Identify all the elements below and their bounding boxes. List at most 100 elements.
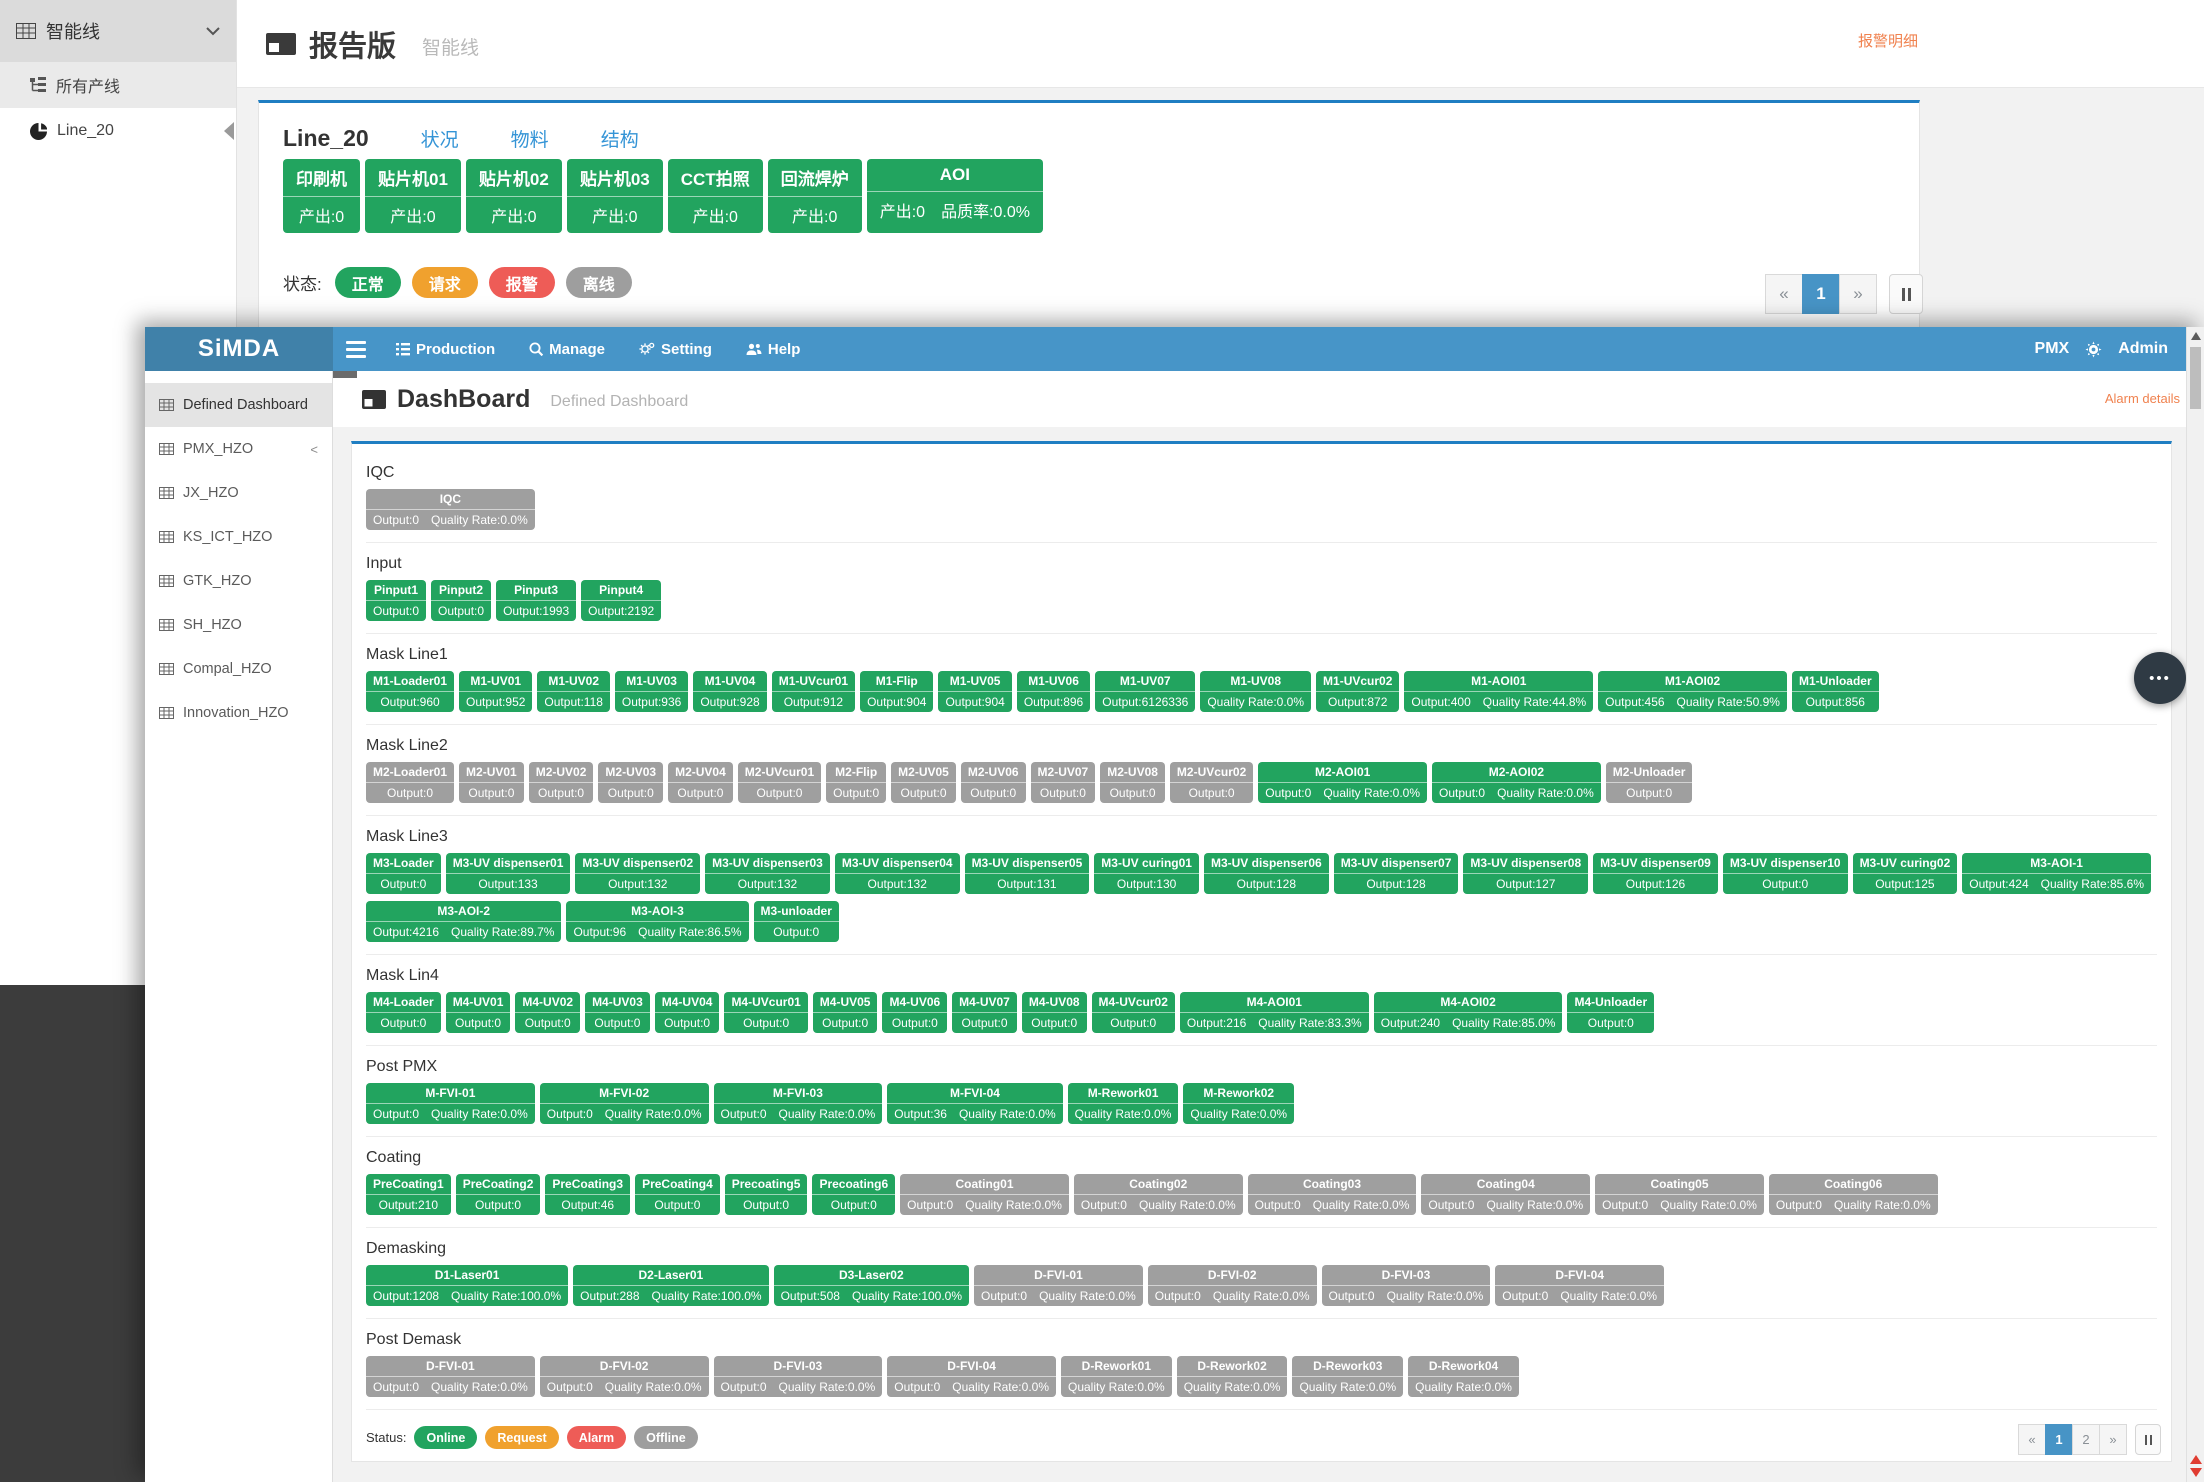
machine-tile[interactable]: M4-Unloader Output:0 — [1567, 992, 1654, 1033]
machine-tile[interactable]: 贴片机03 产出:0 — [567, 159, 663, 233]
machine-tile[interactable]: M4-AOI01 Output:216 Quality Rate:83.3% — [1180, 992, 1369, 1033]
alarm-details-link[interactable]: Alarm details — [2105, 391, 2180, 406]
machine-tile[interactable]: M3-Loader Output:0 — [366, 853, 441, 894]
machine-tile[interactable]: M1-UV03 Output:936 — [615, 671, 688, 712]
machine-tile[interactable]: PreCoating3 Output:46 — [545, 1174, 630, 1215]
machine-tile[interactable]: M3-AOI-2 Output:4216 Quality Rate:89.7% — [366, 901, 561, 942]
machine-tile[interactable]: M2-UV03 Output:0 — [598, 762, 663, 803]
machine-tile[interactable]: M2-UVcur01 Output:0 — [738, 762, 821, 803]
machine-tile[interactable]: M4-UV02 Output:0 — [515, 992, 580, 1033]
nav-item-manage[interactable]: Manage — [512, 327, 622, 371]
nav-item-help[interactable]: Help — [729, 327, 818, 371]
pause-button[interactable] — [2135, 1424, 2161, 1455]
machine-tile[interactable]: Pinput3 Output:1993 — [496, 580, 576, 621]
machine-tile[interactable]: Coating01 Output:0 Quality Rate:0.0% — [900, 1174, 1069, 1215]
machine-tile[interactable]: M3-UV dispenser05 Output:131 — [965, 853, 1090, 894]
gear-icon[interactable] — [2085, 341, 2102, 358]
machine-tile[interactable]: D1-Laser01 Output:1208 Quality Rate:100.… — [366, 1265, 568, 1306]
machine-tile[interactable]: 贴片机02 产出:0 — [466, 159, 562, 233]
status-pill[interactable]: Offline — [634, 1426, 698, 1449]
machine-tile[interactable]: M3-AOI-3 Output:96 Quality Rate:86.5% — [566, 901, 748, 942]
machine-tile[interactable]: M1-UV06 Output:896 — [1017, 671, 1090, 712]
machine-tile[interactable]: M1-Flip Output:904 — [860, 671, 933, 712]
machine-tile[interactable]: M-FVI-01 Output:0 Quality Rate:0.0% — [366, 1083, 535, 1124]
machine-tile[interactable]: M2-UVcur02 Output:0 — [1170, 762, 1253, 803]
page-button[interactable]: « — [2018, 1424, 2046, 1455]
machine-tile[interactable]: M1-UV05 Output:904 — [938, 671, 1011, 712]
scroll-up-icon[interactable] — [2191, 332, 2201, 340]
sidebar-item[interactable]: SH_HZO — [145, 603, 332, 647]
sidebar-item-all-lines[interactable]: 所有产线 — [0, 62, 236, 108]
machine-tile[interactable]: Coating03 Output:0 Quality Rate:0.0% — [1248, 1174, 1417, 1215]
machine-tile[interactable]: M3-UV dispenser10 Output:0 — [1723, 853, 1848, 894]
status-pill[interactable]: 报警 — [489, 267, 555, 298]
machine-tile[interactable]: D-Rework01 Quality Rate:0.0% — [1061, 1356, 1172, 1397]
machine-tile[interactable]: M4-UV03 Output:0 — [585, 992, 650, 1033]
machine-tile[interactable]: D-FVI-04 Output:0 Quality Rate:0.0% — [1495, 1265, 1664, 1306]
status-pill[interactable]: Request — [485, 1426, 558, 1449]
status-pill[interactable]: 正常 — [335, 267, 401, 298]
sidebar-group-smartline[interactable]: 智能线 — [0, 0, 236, 62]
machine-tile[interactable]: M1-UVcur02 Output:872 — [1316, 671, 1399, 712]
machine-tile[interactable]: M-FVI-04 Output:36 Quality Rate:0.0% — [887, 1083, 1062, 1124]
machine-tile[interactable]: D-FVI-04 Output:0 Quality Rate:0.0% — [887, 1356, 1056, 1397]
sidebar-item[interactable]: Innovation_HZO — [145, 691, 332, 735]
machine-tile[interactable]: M2-UV07 Output:0 — [1031, 762, 1096, 803]
page-button[interactable]: 1 — [2045, 1424, 2073, 1455]
machine-tile[interactable]: D-Rework04 Quality Rate:0.0% — [1408, 1356, 1519, 1397]
status-pill[interactable]: Alarm — [567, 1426, 626, 1449]
machine-tile[interactable]: M4-UVcur02 Output:0 — [1092, 992, 1175, 1033]
machine-tile[interactable]: 印刷机 产出:0 — [283, 159, 360, 233]
machine-tile[interactable]: D-FVI-03 Output:0 Quality Rate:0.0% — [1322, 1265, 1491, 1306]
machine-tile[interactable]: M-FVI-03 Output:0 Quality Rate:0.0% — [714, 1083, 883, 1124]
collapse-handle-icon[interactable] — [224, 122, 234, 140]
machine-tile[interactable]: D-FVI-03 Output:0 Quality Rate:0.0% — [714, 1356, 883, 1397]
machine-tile[interactable]: M1-Unloader Output:856 — [1792, 671, 1879, 712]
hamburger-menu-button[interactable] — [333, 327, 379, 371]
machine-tile[interactable]: D3-Laser02 Output:508 Quality Rate:100.0… — [774, 1265, 969, 1306]
sidebar-item-line20[interactable]: Line_20 — [0, 108, 236, 154]
machine-tile[interactable]: D-Rework03 Quality Rate:0.0% — [1292, 1356, 1403, 1397]
machine-tile[interactable]: D-FVI-02 Output:0 Quality Rate:0.0% — [540, 1356, 709, 1397]
page-button[interactable]: » — [1839, 274, 1877, 314]
machine-tile[interactable]: M1-AOI01 Output:400 Quality Rate:44.8% — [1404, 671, 1593, 712]
machine-tile[interactable]: M1-AOI02 Output:456 Quality Rate:50.9% — [1598, 671, 1787, 712]
machine-tile[interactable]: M1-UV02 Output:118 — [537, 671, 610, 712]
machine-tile[interactable]: D-FVI-01 Output:0 Quality Rate:0.0% — [366, 1356, 535, 1397]
machine-tile[interactable]: Coating04 Output:0 Quality Rate:0.0% — [1421, 1174, 1590, 1215]
line-tab[interactable]: 物料 — [511, 125, 549, 152]
machine-tile[interactable]: D-FVI-01 Output:0 Quality Rate:0.0% — [974, 1265, 1143, 1306]
machine-tile[interactable]: 贴片机01 产出:0 — [365, 159, 461, 233]
machine-tile[interactable]: Precoating5 Output:0 — [725, 1174, 808, 1215]
machine-tile[interactable]: M2-UV08 Output:0 — [1100, 762, 1165, 803]
machine-tile[interactable]: Pinput2 Output:0 — [431, 580, 491, 621]
machine-tile[interactable]: Coating06 Output:0 Quality Rate:0.0% — [1769, 1174, 1938, 1215]
machine-tile[interactable]: CCT拍照 产出:0 — [668, 159, 763, 233]
machine-tile[interactable]: M4-UVcur01 Output:0 — [724, 992, 807, 1033]
scrollbar-thumb[interactable] — [2190, 347, 2201, 409]
sidebar-item[interactable]: PMX_HZO < — [145, 427, 332, 471]
machine-tile[interactable]: M4-UV05 Output:0 — [813, 992, 878, 1033]
machine-tile[interactable]: M2-UV01 Output:0 — [459, 762, 524, 803]
sidebar-item[interactable]: Compal_HZO — [145, 647, 332, 691]
machine-tile[interactable]: M3-UV dispenser08 Output:127 — [1463, 853, 1588, 894]
sidebar-item[interactable]: KS_ICT_HZO — [145, 515, 332, 559]
machine-tile[interactable]: Coating02 Output:0 Quality Rate:0.0% — [1074, 1174, 1243, 1215]
machine-tile[interactable]: 回流焊炉 产出:0 — [768, 159, 862, 233]
machine-tile[interactable]: M2-UV06 Output:0 — [961, 762, 1026, 803]
machine-tile[interactable]: M2-Unloader Output:0 — [1606, 762, 1693, 803]
machine-tile[interactable]: PreCoating2 Output:0 — [456, 1174, 541, 1215]
line-tab[interactable]: 状况 — [421, 125, 459, 152]
machine-tile[interactable]: M4-UV04 Output:0 — [655, 992, 720, 1033]
status-pill[interactable]: 请求 — [412, 267, 478, 298]
status-pill[interactable]: Online — [414, 1426, 477, 1449]
machine-tile[interactable]: IQC Output:0 Quality Rate:0.0% — [366, 489, 535, 530]
floating-more-button[interactable]: ••• — [2134, 652, 2186, 704]
machine-tile[interactable]: M4-AOI02 Output:240 Quality Rate:85.0% — [1374, 992, 1563, 1033]
simda-logo[interactable]: SiMDA — [145, 327, 333, 371]
machine-tile[interactable]: M3-UV dispenser06 Output:128 — [1204, 853, 1329, 894]
page-button[interactable]: » — [2099, 1424, 2127, 1455]
machine-tile[interactable]: M-Rework02 Quality Rate:0.0% — [1183, 1083, 1294, 1124]
machine-tile[interactable]: M2-AOI01 Output:0 Quality Rate:0.0% — [1258, 762, 1427, 803]
machine-tile[interactable]: M2-UV04 Output:0 — [668, 762, 733, 803]
